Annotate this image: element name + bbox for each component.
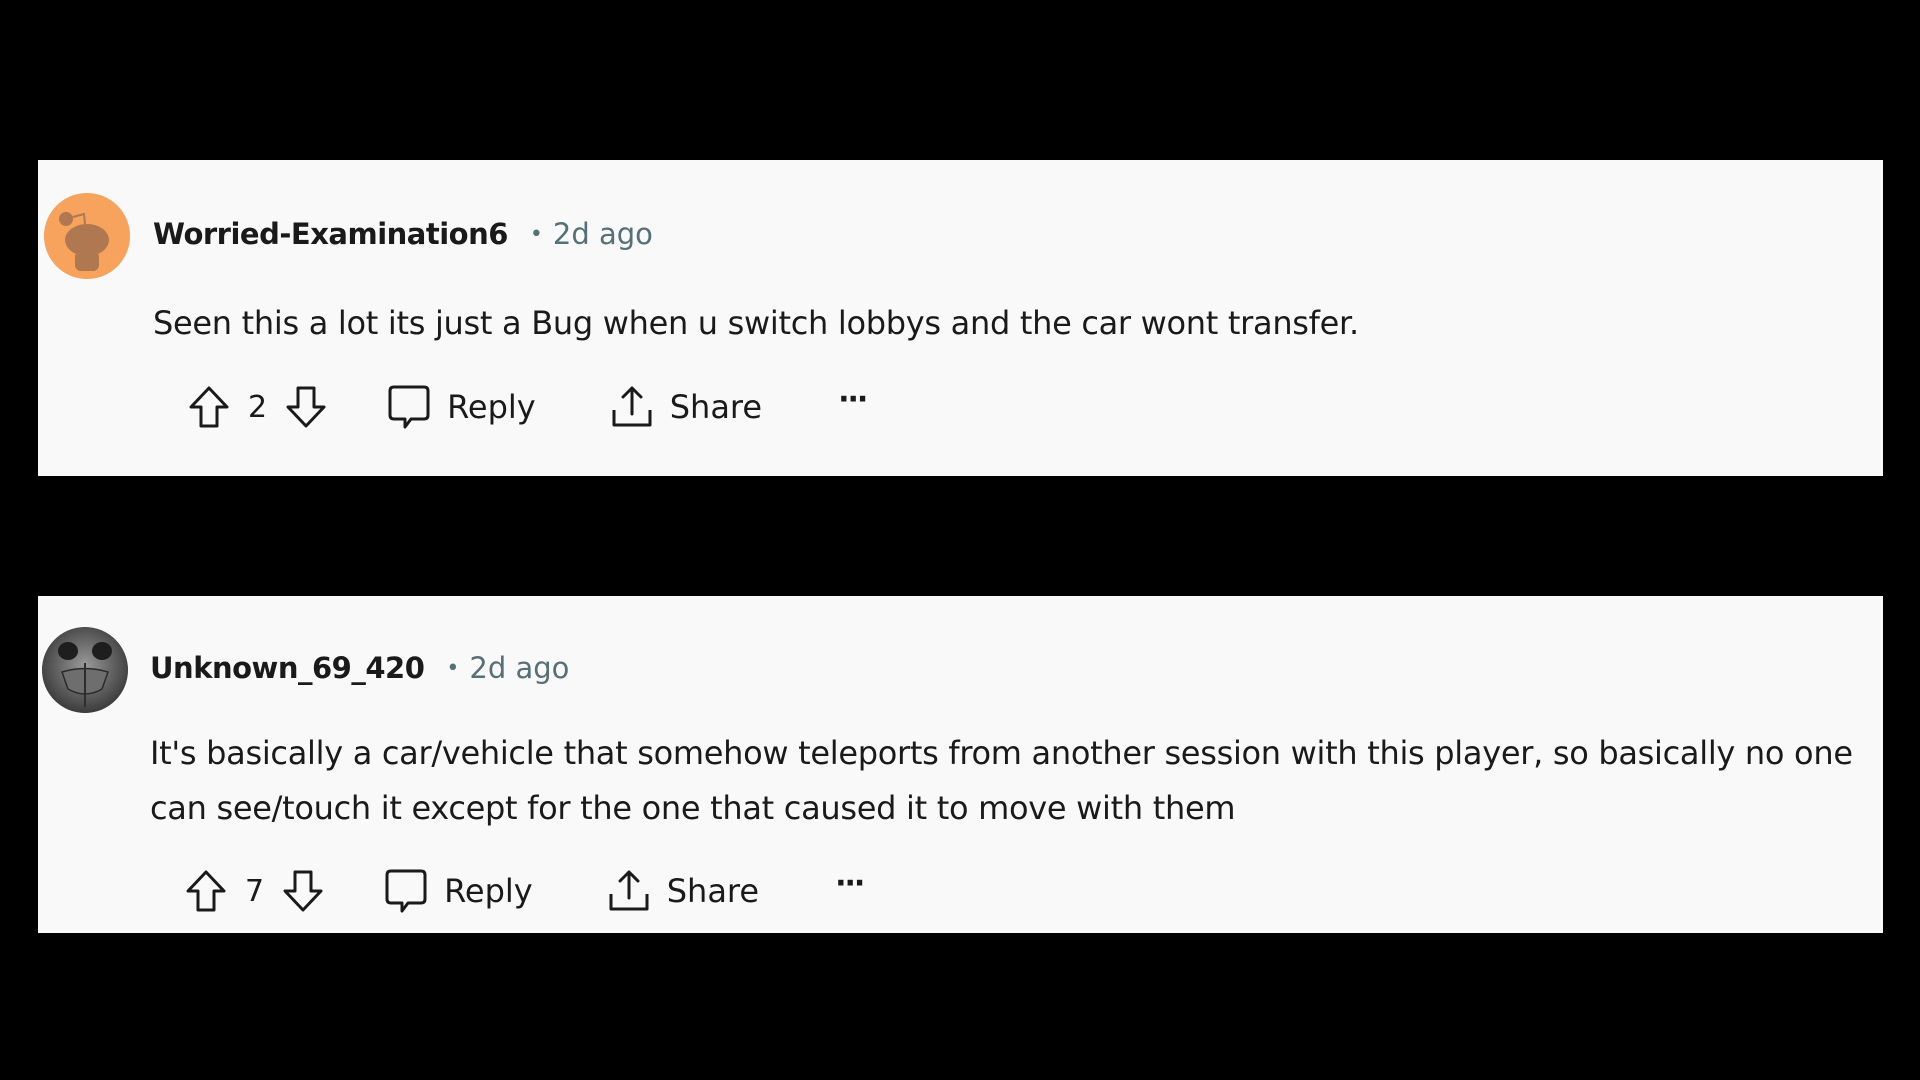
more-options-button[interactable]: ···: [835, 865, 865, 901]
reply-label: Reply: [447, 388, 536, 426]
upvote-arrow-icon: [186, 870, 226, 912]
share-upload-icon: [612, 386, 652, 427]
downvote-arrow-icon: [286, 386, 326, 428]
comment-actions: 7 Reply Share ···: [185, 865, 865, 916]
avatar[interactable]: [42, 627, 128, 713]
snoo-avatar-icon: [44, 193, 130, 279]
comment-card: Unknown_69_420 • 2d ago It's basically a…: [38, 596, 1883, 933]
share-label: Share: [666, 872, 760, 910]
user-photo-avatar-icon: [42, 627, 128, 713]
downvote-arrow-icon: [283, 870, 323, 912]
share-upload-icon: [609, 870, 649, 911]
share-button[interactable]: Share: [610, 384, 762, 430]
reply-label: Reply: [444, 872, 533, 910]
share-label: Share: [669, 388, 763, 426]
comment-meta: Unknown_69_420 • 2d ago: [150, 651, 569, 685]
more-options-button[interactable]: ···: [838, 381, 868, 417]
upvote-button[interactable]: [188, 385, 230, 429]
upvote-arrow-icon: [189, 386, 229, 428]
timestamp[interactable]: 2d ago: [469, 651, 569, 685]
upvote-button[interactable]: [185, 869, 227, 913]
comment-actions: 2 Reply Share ···: [188, 381, 868, 432]
ellipsis-icon: ···: [835, 865, 865, 901]
username-link[interactable]: Unknown_69_420: [150, 651, 425, 685]
avatar[interactable]: [44, 193, 130, 279]
ellipsis-icon: ···: [838, 381, 868, 417]
reply-button[interactable]: Reply: [384, 868, 533, 914]
separator-dot: •: [529, 222, 543, 247]
comment-body: It's basically a car/vehicle that someho…: [150, 734, 1853, 827]
comment-bubble-icon: [385, 869, 427, 913]
comment-body: Seen this a lot its just a Bug when u sw…: [153, 304, 1359, 342]
timestamp[interactable]: 2d ago: [553, 217, 653, 251]
vote-count: 7: [245, 873, 265, 909]
share-button[interactable]: Share: [607, 868, 759, 914]
reply-button[interactable]: Reply: [387, 384, 536, 430]
comment-card: Worried-Examination6 • 2d ago Seen this …: [38, 160, 1883, 476]
comment-meta: Worried-Examination6 • 2d ago: [153, 217, 653, 251]
comment-bubble-icon: [388, 385, 430, 429]
downvote-button[interactable]: [282, 869, 324, 913]
vote-count: 2: [248, 389, 268, 425]
separator-dot: •: [446, 656, 460, 681]
username-link[interactable]: Worried-Examination6: [153, 217, 508, 251]
downvote-button[interactable]: [285, 385, 327, 429]
